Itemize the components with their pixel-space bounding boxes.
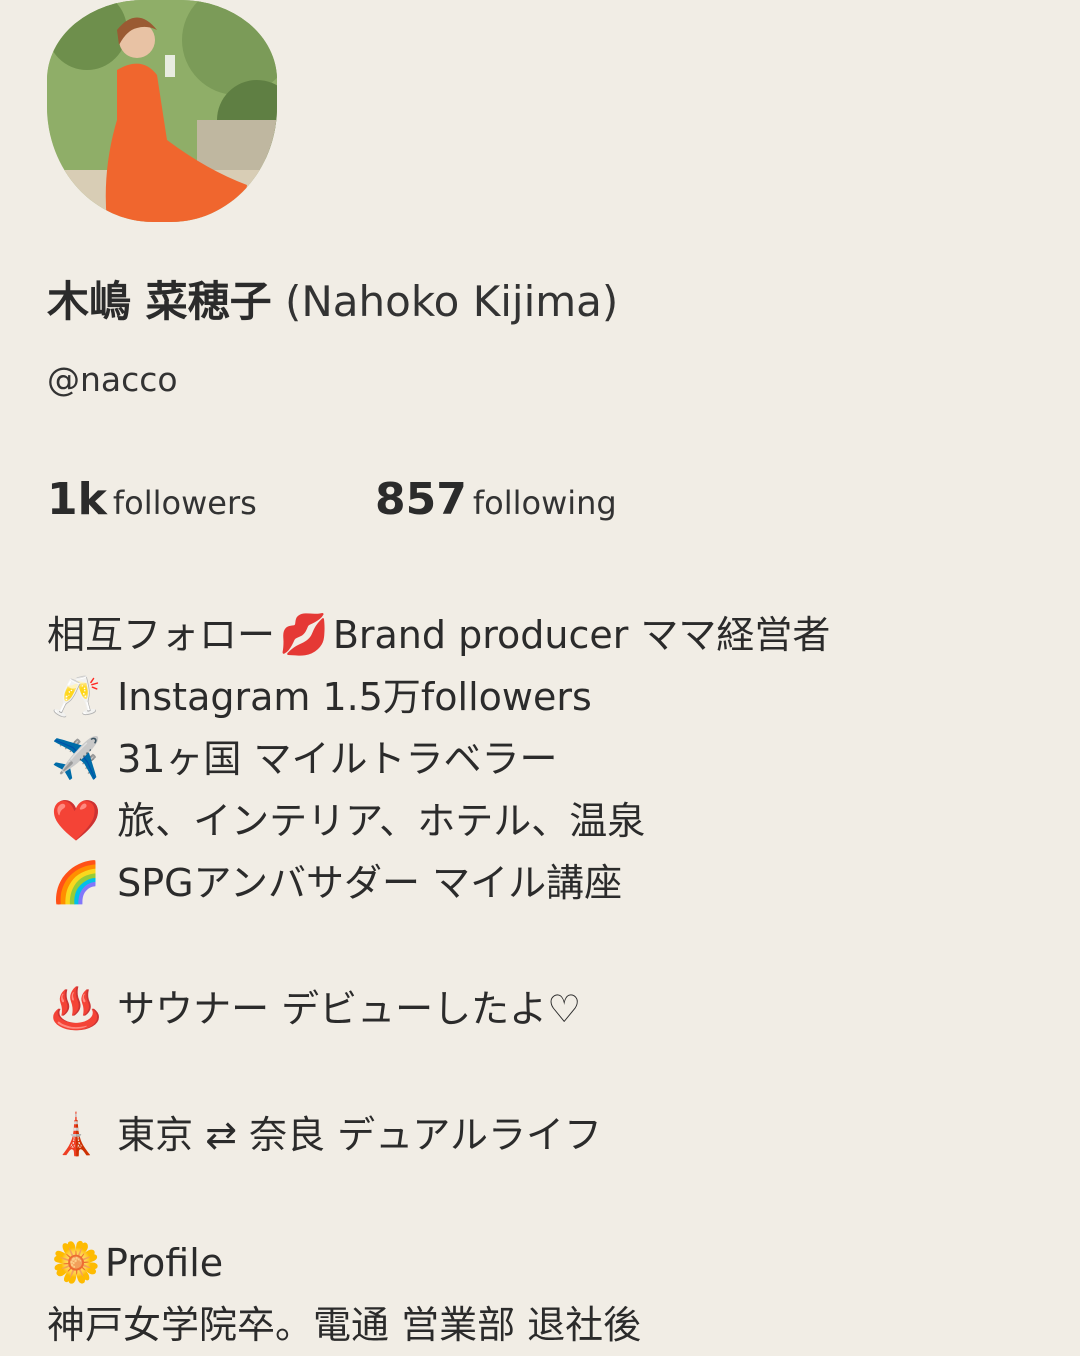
heart-icon: ❤️ xyxy=(51,798,101,844)
followers-count: 1k xyxy=(47,474,107,525)
bio-text: Brand producer ママ経営者 xyxy=(332,613,831,657)
profile-name-english: (Nahoko Kijima) xyxy=(284,277,619,326)
bio-text: Profile xyxy=(105,1241,224,1285)
bio-line-7: 🗼 東京 ⇄ 奈良 デュアルライフ xyxy=(47,1104,1047,1166)
profile-stats: 1k followers 857 following xyxy=(47,470,947,530)
bio-line-6: ♨️ サウナー デビューしたよ♡ xyxy=(47,978,1047,1040)
following-link[interactable]: 857 following xyxy=(375,470,617,539)
following-label: following xyxy=(472,484,617,522)
bio-line-3: ✈️ 31ヶ国 マイルトラベラー xyxy=(47,728,1047,790)
blossom-icon: 🌼 xyxy=(51,1240,101,1286)
bio-text: 東京 ⇄ 奈良 デュアルライフ xyxy=(105,1113,603,1157)
followers-link[interactable]: 1k followers xyxy=(47,470,257,539)
profile-avatar[interactable] xyxy=(47,0,277,222)
bio-line-5: 🌈 SPGアンバサダー マイル講座 xyxy=(47,852,1047,914)
champagne-icon: 🥂 xyxy=(51,674,101,720)
bio-text: サウナー デビューしたよ♡ xyxy=(105,987,582,1031)
tokyo-tower-icon: 🗼 xyxy=(51,1112,101,1158)
bio-line-4: ❤️ 旅、インテリア、ホテル、温泉 xyxy=(47,790,1047,852)
hot-springs-icon: ♨️ xyxy=(51,986,101,1032)
bio-line-2: 🥂 Instagram 1.5万followers xyxy=(47,666,1047,728)
airplane-icon: ✈️ xyxy=(51,736,101,782)
bio-text: 相互フォロー xyxy=(47,613,276,657)
profile-name: 木嶋 菜穂子 (Nahoko Kijima) xyxy=(47,272,618,332)
bio-line-1: 相互フォロー 💋 Brand producer ママ経営者 xyxy=(47,604,1047,666)
profile-name-japanese: 木嶋 菜穂子 xyxy=(47,277,272,326)
bio-line-9: 神戸女学院卒。電通 営業部 退社後 xyxy=(47,1294,1047,1356)
bio-text: Instagram 1.5万followers xyxy=(105,675,592,719)
bio-text: 旅、インテリア、ホテル、温泉 xyxy=(105,799,646,843)
followers-label: followers xyxy=(112,484,257,522)
following-count: 857 xyxy=(375,474,467,525)
bio-text: 神戸女学院卒。電通 営業部 退社後 xyxy=(47,1303,642,1347)
bio-text: SPGアンバサダー マイル講座 xyxy=(105,861,623,905)
bio-line-8: 🌼 Profile xyxy=(47,1232,1047,1294)
profile-handle: @nacco xyxy=(47,360,178,399)
bio-text: 31ヶ国 マイルトラベラー xyxy=(105,737,558,781)
rainbow-icon: 🌈 xyxy=(51,860,101,906)
kiss-icon: 💋 xyxy=(279,612,329,658)
avatar-photo xyxy=(47,0,277,222)
